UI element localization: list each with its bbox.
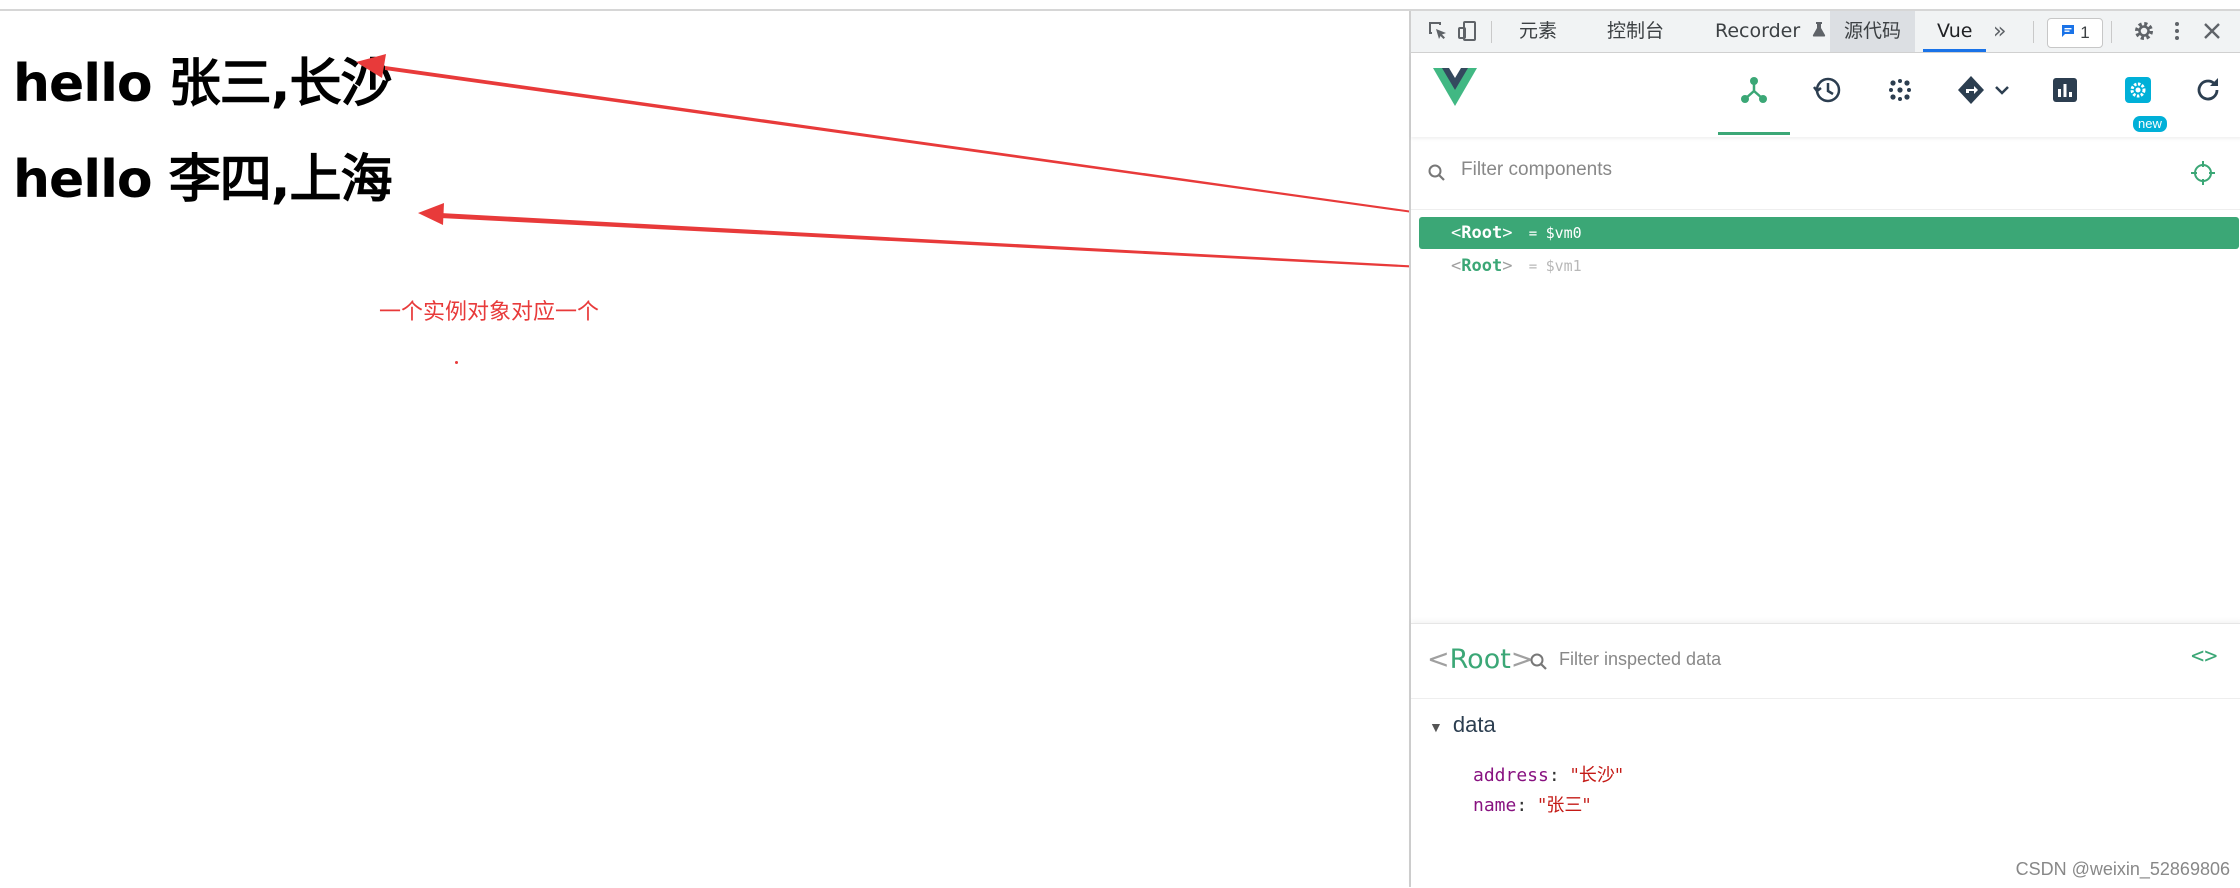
- csdn-watermark: CSDN @weixin_52869806: [2015, 859, 2230, 879]
- prop-key: address: [1473, 765, 1549, 786]
- tree-node-name: Root: [1461, 256, 1503, 276]
- search-icon: [1428, 164, 1445, 181]
- toolbar-separator: [1491, 21, 1492, 43]
- prop-value: "张三": [1538, 795, 1591, 816]
- vue-logo-icon: [1433, 68, 1477, 106]
- tab-console[interactable]: 控制台: [1593, 11, 1678, 52]
- toolbar-separator: [2033, 21, 2034, 43]
- open-in-editor-code-icon[interactable]: <>: [2191, 644, 2218, 669]
- tab-recorder[interactable]: Recorder: [1701, 11, 1840, 52]
- inspector-pane: <Root> Filter inspected data <> ▼ data ad…: [1411, 623, 2240, 888]
- search-icon: [1530, 653, 1547, 670]
- rendered-page: hello 张三,长沙 hello 李四,上海 一个实例对象对应一个: [0, 11, 1408, 887]
- tree-ref: $vm0: [1545, 224, 1582, 242]
- device-toolbar-icon[interactable]: [1455, 19, 1481, 45]
- tree-equals: =: [1528, 226, 1546, 242]
- prop-row[interactable]: address: "长沙": [1473, 761, 1623, 787]
- greeting-heading-2: hello 李四,上海: [13, 150, 393, 210]
- flask-icon: [1812, 11, 1826, 52]
- annotation-dot: [455, 361, 458, 364]
- issues-count: 1: [2080, 23, 2090, 42]
- annotation-text: 一个实例对象对应一个: [379, 300, 600, 325]
- filter-inspected-data-input[interactable]: Filter inspected data: [1559, 649, 1721, 670]
- pinia-dots-icon[interactable]: [1883, 73, 1917, 107]
- inspector-title-name: Root: [1449, 644, 1511, 675]
- performance-chart-icon[interactable]: [2048, 73, 2082, 107]
- plugin-settings-icon[interactable]: [2121, 73, 2155, 107]
- filter-components-input[interactable]: Filter components: [1461, 159, 1612, 181]
- vue-devtools-toolbar: new: [1411, 53, 2240, 137]
- tree-row-root-0[interactable]: <Root> = $vm0: [1419, 217, 2239, 249]
- select-component-crosshair-icon[interactable]: [2189, 159, 2217, 187]
- close-icon[interactable]: [2199, 19, 2225, 45]
- timeline-history-icon[interactable]: [1810, 73, 1844, 107]
- settings-gear-icon[interactable]: [2131, 19, 2157, 45]
- inspector-title: <Root>: [1427, 644, 1534, 675]
- more-tabs-chevron-icon[interactable]: »: [1979, 11, 2020, 52]
- prop-key: name: [1473, 795, 1517, 816]
- active-tool-underline: [1718, 132, 1790, 135]
- tree-equals: =: [1528, 259, 1546, 275]
- component-filter-bar: Filter components: [1411, 139, 2240, 210]
- tree-row-root-1[interactable]: <Root> = $vm1: [1419, 250, 2239, 282]
- message-icon: [2060, 20, 2076, 48]
- refresh-icon[interactable]: [2191, 73, 2225, 107]
- prop-row[interactable]: name: "张三": [1473, 791, 1591, 817]
- data-section-toggle[interactable]: ▼ data: [1429, 712, 1496, 738]
- tree-node-name: Root: [1461, 223, 1503, 243]
- devtools-tab-bar: 元素 控制台 Recorder 源代码 Vue » 1: [1411, 11, 2240, 53]
- tree-open-bracket: <: [1451, 223, 1462, 243]
- caret-down-icon: ▼: [1429, 719, 1443, 735]
- issues-badge[interactable]: 1: [2047, 18, 2103, 48]
- tree-ref: $vm1: [1545, 257, 1582, 275]
- new-badge: new: [2133, 116, 2167, 132]
- router-direction-icon[interactable]: [1956, 73, 2016, 107]
- inspect-element-icon[interactable]: [1425, 19, 1451, 45]
- prop-value: "长沙": [1570, 765, 1624, 786]
- greeting-heading-1: hello 张三,长沙: [13, 54, 393, 114]
- toolbar-separator: [2111, 21, 2112, 43]
- devtools-panel: 元素 控制台 Recorder 源代码 Vue » 1 new Filter c…: [1409, 11, 2240, 888]
- inspector-header: <Root> Filter inspected data <>: [1411, 624, 2240, 699]
- components-tree-icon[interactable]: [1737, 73, 1771, 107]
- tab-recorder-label: Recorder: [1715, 20, 1801, 42]
- browser-top-border: [0, 0, 2240, 11]
- tree-close-bracket: >: [1502, 256, 1513, 276]
- tree-open-bracket: <: [1451, 256, 1462, 276]
- kebab-menu-icon[interactable]: [2164, 19, 2190, 45]
- data-section-label: data: [1452, 712, 1496, 737]
- tab-elements[interactable]: 元素: [1505, 11, 1571, 52]
- tab-vue[interactable]: Vue: [1923, 11, 1987, 52]
- tab-sources[interactable]: 源代码: [1830, 11, 1916, 52]
- tree-close-bracket: >: [1502, 223, 1513, 243]
